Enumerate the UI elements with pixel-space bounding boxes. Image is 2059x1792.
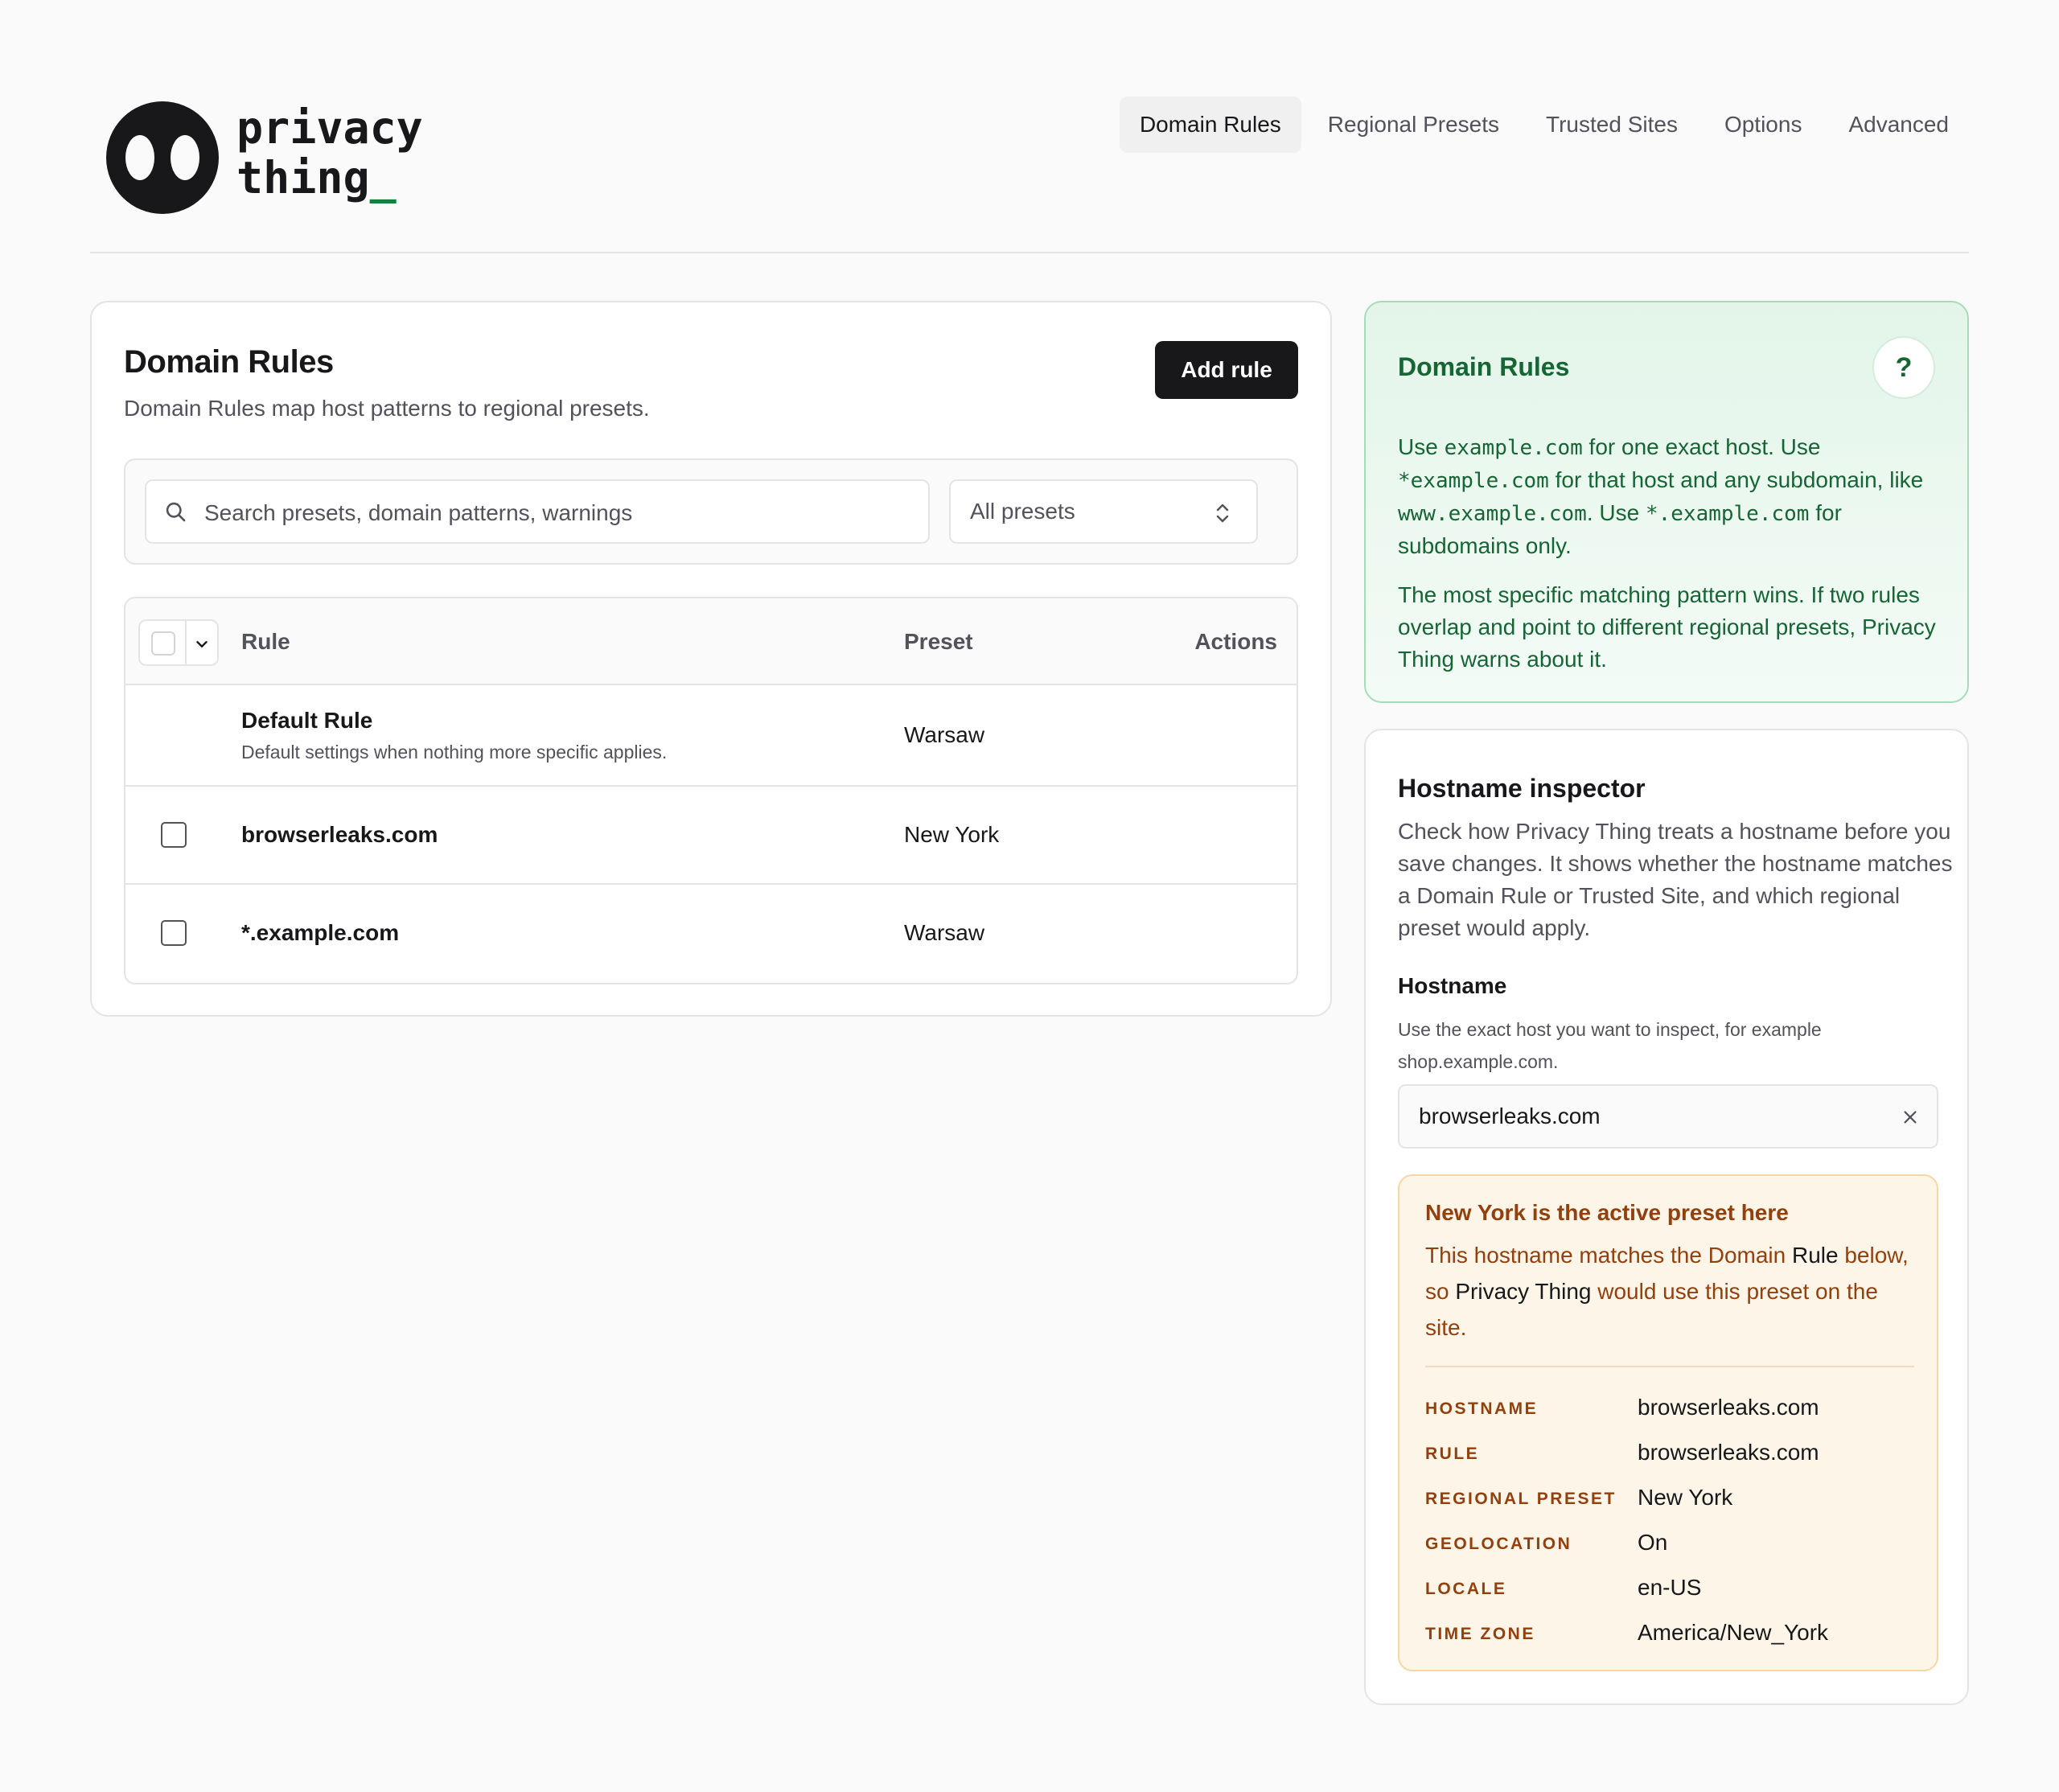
nav-options[interactable]: Options (1704, 97, 1823, 153)
rules-table: Rule Preset Actions Default Rule Default… (124, 597, 1298, 984)
rule-name: *.example.com (241, 920, 400, 945)
result-key: TIME ZONE (1425, 1625, 1535, 1643)
result-key: GEOLOCATION (1425, 1535, 1572, 1553)
rule-preset: New York (904, 822, 1000, 847)
preset-filter-select[interactable]: All presets (949, 479, 1258, 544)
rule-name: Default Rule (241, 708, 373, 733)
rule-preset: Warsaw (904, 722, 985, 747)
help-priority-text: The most specific matching pattern wins.… (1398, 582, 1936, 672)
table-row[interactable]: Default Rule Default settings when nothi… (125, 685, 1297, 787)
brand-wordmark: privacy thing_ (236, 102, 423, 203)
result-value: browserleaks.com (1638, 1395, 1819, 1420)
result-title: New York is the active preset here (1425, 1200, 1789, 1225)
main-nav: Domain Rules Regional Presets Trusted Si… (1119, 97, 1969, 153)
rule-name: browserleaks.com (241, 822, 438, 847)
result-value: New York (1638, 1485, 1733, 1510)
help-pattern-text: Use example.com for one exact host. Use … (1398, 434, 1924, 558)
nav-trusted-sites[interactable]: Trusted Sites (1526, 97, 1698, 153)
add-rule-button[interactable]: Add rule (1155, 341, 1298, 399)
result-value: America/New_York (1638, 1620, 1829, 1645)
help-panel: Domain Rules ? Use example.com for one e… (1364, 301, 1969, 703)
result-text: This hostname matches the Domain Rule be… (1425, 1243, 1909, 1340)
bulk-select[interactable] (138, 619, 219, 666)
help-title: Domain Rules (1398, 352, 1570, 381)
filter-bar: Search presets, domain patterns, warning… (124, 458, 1298, 565)
search-placeholder: Search presets, domain patterns, warning… (204, 500, 633, 525)
app-header: privacy thing_ Domain Rules Regional Pre… (90, 72, 1969, 253)
preset-filter-value: All presets (970, 499, 1075, 524)
column-rule: Rule (241, 629, 290, 654)
inspector-description: Check how Privacy Thing treats a hostnam… (1398, 819, 1953, 940)
panel-title: Domain Rules (124, 344, 334, 380)
row-checkbox[interactable] (161, 920, 187, 946)
nav-advanced[interactable]: Advanced (1828, 97, 1969, 153)
panel-subtitle: Domain Rules map host patterns to region… (124, 396, 650, 421)
domain-rules-panel: Domain Rules Domain Rules map host patte… (90, 301, 1332, 1017)
nav-domain-rules[interactable]: Domain Rules (1119, 97, 1301, 153)
chevron-up-down-icon (1216, 503, 1229, 523)
inspector-title: Hostname inspector (1398, 774, 1646, 803)
result-divider (1425, 1366, 1914, 1367)
table-header: Rule Preset Actions (125, 598, 1297, 685)
rule-description: Default settings when nothing more speci… (241, 742, 668, 762)
chevron-down-icon[interactable] (193, 635, 211, 653)
nav-regional-presets[interactable]: Regional Presets (1308, 97, 1519, 153)
result-key: LOCALE (1425, 1580, 1507, 1598)
hostname-label: Hostname (1398, 973, 1507, 998)
hostname-input-value: browserleaks.com (1419, 1104, 1601, 1128)
column-actions: Actions (1194, 629, 1277, 654)
result-key: REGIONAL PRESET (1425, 1490, 1617, 1508)
search-icon (166, 502, 186, 522)
rule-preset: Warsaw (904, 920, 985, 945)
row-checkbox[interactable] (161, 822, 187, 848)
result-value: en-US (1638, 1575, 1702, 1600)
select-all-checkbox[interactable] (151, 631, 175, 656)
column-preset: Preset (904, 629, 973, 654)
clear-icon[interactable] (1901, 1108, 1919, 1126)
table-row[interactable]: browserleaks.com New York (125, 787, 1297, 885)
result-value: On (1638, 1530, 1668, 1555)
result-value: browserleaks.com (1638, 1440, 1819, 1465)
hostname-inspector-panel: Hostname inspector Check how Privacy Thi… (1364, 729, 1969, 1705)
result-key: RULE (1425, 1445, 1480, 1463)
table-row[interactable]: *.example.com Warsaw (125, 885, 1297, 983)
help-toggle-button[interactable]: ? (1872, 336, 1935, 399)
brand-logo-icon (106, 101, 219, 214)
result-key: HOSTNAME (1425, 1399, 1539, 1418)
hostname-help-text: Use the exact host you want to inspect, … (1398, 1019, 1822, 1072)
hostname-input[interactable]: browserleaks.com (1398, 1084, 1938, 1149)
search-input[interactable]: Search presets, domain patterns, warning… (145, 479, 930, 544)
inspector-result: New York is the active preset here This … (1398, 1174, 1938, 1671)
